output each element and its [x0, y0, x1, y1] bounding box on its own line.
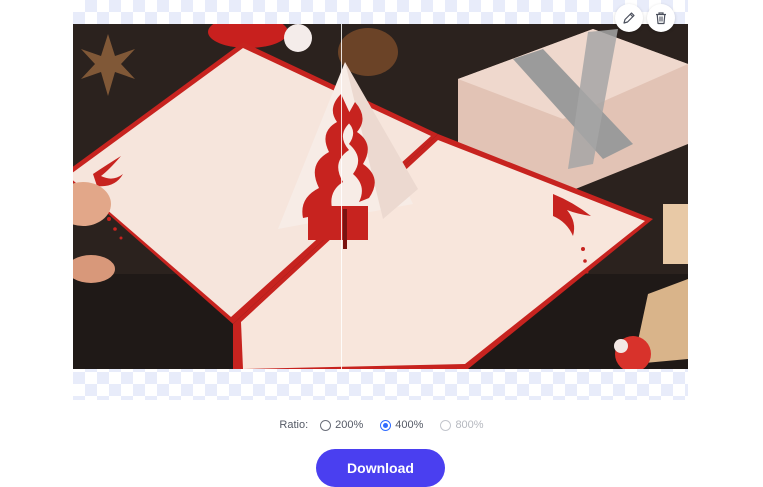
radio-200[interactable]	[320, 419, 332, 431]
ratio-option-label: 800%	[455, 419, 484, 431]
card-photo	[73, 24, 688, 369]
pencil-icon	[623, 12, 635, 24]
ratio-option-label: 400%	[395, 419, 424, 431]
ratio-label: Ratio:	[279, 419, 309, 431]
upscale-result-page: Ratio: 200% 400% 800% Download	[0, 0, 763, 487]
ratio-selector: Ratio: 200% 400% 800%	[0, 419, 763, 431]
comparison-divider[interactable]	[341, 24, 342, 369]
ratio-option-400[interactable]: 400%	[380, 419, 423, 431]
radio-800[interactable]	[440, 419, 452, 431]
result-image	[73, 24, 688, 369]
ratio-option-800[interactable]: 800%	[440, 419, 484, 431]
delete-button[interactable]	[647, 4, 675, 32]
edit-button[interactable]	[615, 4, 643, 32]
ratio-option-label: 200%	[335, 419, 364, 431]
radio-400[interactable]	[380, 419, 392, 431]
download-button[interactable]: Download	[316, 449, 445, 487]
ratio-option-200[interactable]: 200%	[320, 419, 363, 431]
trash-icon	[656, 12, 666, 25]
